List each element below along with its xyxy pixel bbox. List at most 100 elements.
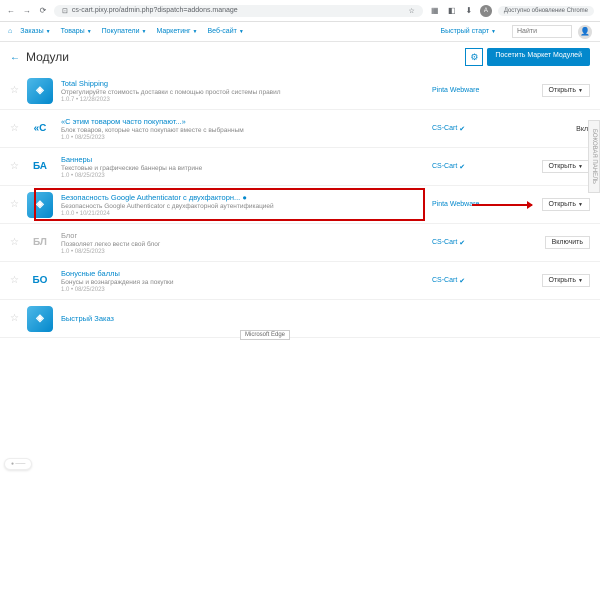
addon-info: «С этим товаром часто покупают...»Блок т…: [61, 117, 424, 141]
table-row: ☆ ◈ Безопасность Google Authenticator с дв…: [0, 186, 600, 224]
enable-button[interactable]: Включить: [545, 236, 590, 249]
check-icon: ✔: [459, 277, 465, 285]
gear-icon[interactable]: ⚙: [465, 48, 483, 66]
star-icon[interactable]: ☆: [10, 199, 19, 210]
nav-customers[interactable]: Покупатели▼: [102, 28, 147, 35]
addon-info: Total ShippingОтрегулируйте стоимость до…: [61, 79, 424, 103]
check-icon: ✔: [459, 125, 465, 133]
lock-icon: ⊡: [62, 7, 68, 15]
addon-vendor[interactable]: CS-Cart ✔: [432, 277, 522, 285]
addon-action: Включить: [530, 236, 590, 249]
addon-version: 1.0.7 • 12/28/2023: [61, 97, 424, 103]
nav-website[interactable]: Веб-сайт▼: [207, 28, 243, 35]
addon-name[interactable]: «С этим товаром часто покупают...»: [61, 117, 424, 126]
edge-tooltip: Microsoft Edge: [240, 330, 290, 340]
addon-icon: БА: [27, 154, 53, 180]
addon-icon: БЛ: [27, 230, 53, 256]
page-header: ← Модули ⚙ Посетить Маркет Модулей: [0, 42, 600, 72]
star-icon[interactable]: ☆: [10, 313, 19, 324]
addon-icon: БО: [27, 268, 53, 294]
star-icon[interactable]: ☆: [10, 161, 19, 172]
addon-action: Открыть ▼: [530, 274, 590, 287]
download-icon[interactable]: ⬇: [463, 5, 475, 17]
addon-name[interactable]: Total Shipping: [61, 79, 424, 88]
side-panel-toggle[interactable]: БОКОВАЯ ПАНЕЛЬ: [588, 120, 600, 193]
table-row: ☆ ◈ Быстрый Заказ: [0, 300, 600, 338]
home-icon[interactable]: ⌂: [8, 28, 12, 35]
table-row: ☆ БО Бонусные баллыБонусы и вознаграждения…: [0, 262, 600, 300]
addon-info: Быстрый Заказ: [61, 314, 424, 324]
addon-desc: Текстовые и графические баннеры на витри…: [61, 165, 424, 172]
ext-icon[interactable]: ◧: [446, 5, 458, 17]
addon-name[interactable]: Баннеры: [61, 155, 424, 164]
forward-icon[interactable]: →: [22, 6, 32, 16]
addon-action: Открыть ▼: [530, 198, 590, 211]
browser-toolbar: ← → ⟳ ⊡ cs-cart.pixy.pro/admin.php?dispa…: [0, 0, 600, 22]
star-icon[interactable]: ☆: [10, 237, 19, 248]
market-button[interactable]: Посетить Маркет Модулей: [487, 48, 590, 66]
star-icon[interactable]: ☆: [10, 85, 19, 96]
table-row: ☆ ◈ Total ShippingОтрегулируйте стоимость …: [0, 72, 600, 110]
update-button[interactable]: Доступно обновление Chrome: [498, 6, 594, 16]
top-nav: ⌂ Заказы▼ Товары▼ Покупатели▼ Маркетинг▼…: [0, 22, 600, 42]
addon-name[interactable]: Блог: [61, 231, 424, 240]
addon-icon: ◈: [27, 78, 53, 104]
addon-version: 1.0 • 08/25/2023: [61, 135, 424, 141]
addon-version: 1.0 • 08/25/2023: [61, 173, 424, 179]
addon-action: Открыть ▼: [530, 84, 590, 97]
page-title: Модули: [26, 50, 69, 64]
addon-version: 1.0 • 08/25/2023: [61, 287, 424, 293]
addon-icon: ◈: [27, 306, 53, 332]
nav-orders[interactable]: Заказы▼: [20, 28, 50, 35]
addon-desc: Безопасность Google Authenticator с двух…: [61, 203, 424, 210]
addon-version: 1.0.0 • 10/21/2024: [61, 211, 424, 217]
addon-info: БлогПозволяет легко вести свой блог1.0 •…: [61, 231, 424, 255]
star-icon[interactable]: ☆: [10, 275, 19, 286]
open-button[interactable]: Открыть ▼: [542, 198, 590, 211]
addon-name[interactable]: Быстрый Заказ: [61, 314, 424, 323]
quick-start[interactable]: Быстрый старт▼: [440, 28, 496, 35]
open-button[interactable]: Открыть ▼: [542, 84, 590, 97]
addon-info: Безопасность Google Authenticator с двух…: [61, 193, 424, 217]
check-icon: ✔: [459, 239, 465, 247]
profile-icon[interactable]: A: [480, 5, 492, 17]
arrow-annotation: [472, 204, 532, 206]
nav-marketing[interactable]: Маркетинг▼: [156, 28, 197, 35]
addon-desc: Отрегулируйте стоимость доставки с помощ…: [61, 89, 424, 96]
addon-version: 1.0 • 08/25/2023: [61, 249, 424, 255]
table-row: ☆ «С «С этим товаром часто покупают...»Бло…: [0, 110, 600, 148]
back-icon[interactable]: ←: [6, 6, 16, 16]
browser-actions: ▦ ◧ ⬇ A: [429, 5, 492, 17]
addon-desc: Бонусы и вознаграждения за покупки: [61, 279, 424, 286]
addon-desc: Блок товаров, которые часто покупают вме…: [61, 127, 424, 134]
addon-icon: ◈: [27, 192, 53, 218]
addon-info: Бонусные баллыБонусы и вознаграждения за…: [61, 269, 424, 293]
check-icon: ✔: [459, 163, 465, 171]
avatar[interactable]: 👤: [578, 25, 592, 39]
ext-icon[interactable]: ▦: [429, 5, 441, 17]
table-row: ☆ БЛ БлогПозволяет легко вести свой блог1.…: [0, 224, 600, 262]
url-bar[interactable]: ⊡ cs-cart.pixy.pro/admin.php?dispatch=ad…: [54, 5, 423, 17]
star-icon[interactable]: ☆: [409, 7, 415, 15]
addon-name[interactable]: Бонусные баллы: [61, 269, 424, 278]
addon-name[interactable]: Безопасность Google Authenticator с двух…: [61, 193, 424, 202]
addon-action: Вкл.: [530, 124, 590, 133]
addon-info: БаннерыТекстовые и графические баннеры н…: [61, 155, 424, 179]
addon-vendor[interactable]: CS-Cart ✔: [432, 125, 522, 133]
star-icon[interactable]: ☆: [10, 123, 19, 134]
addon-vendor[interactable]: Pinta Webware: [432, 87, 522, 94]
reload-icon[interactable]: ⟳: [38, 6, 48, 16]
nav-products[interactable]: Товары▼: [61, 28, 92, 35]
back-arrow-icon[interactable]: ←: [10, 52, 20, 63]
addon-vendor[interactable]: CS-Cart ✔: [432, 239, 522, 247]
addon-icon: «С: [27, 116, 53, 142]
url-text: cs-cart.pixy.pro/admin.php?dispatch=addo…: [72, 7, 238, 14]
footer-badge: ● ――: [4, 458, 32, 470]
search-input[interactable]: [512, 25, 572, 38]
open-button[interactable]: Открыть ▼: [542, 160, 590, 173]
table-row: ☆ БА БаннерыТекстовые и графические баннер…: [0, 148, 600, 186]
addon-action: Открыть ▼: [530, 160, 590, 173]
open-button[interactable]: Открыть ▼: [542, 274, 590, 287]
addon-list: ☆ ◈ Total ShippingОтрегулируйте стоимость …: [0, 72, 600, 338]
addon-vendor[interactable]: CS-Cart ✔: [432, 163, 522, 171]
